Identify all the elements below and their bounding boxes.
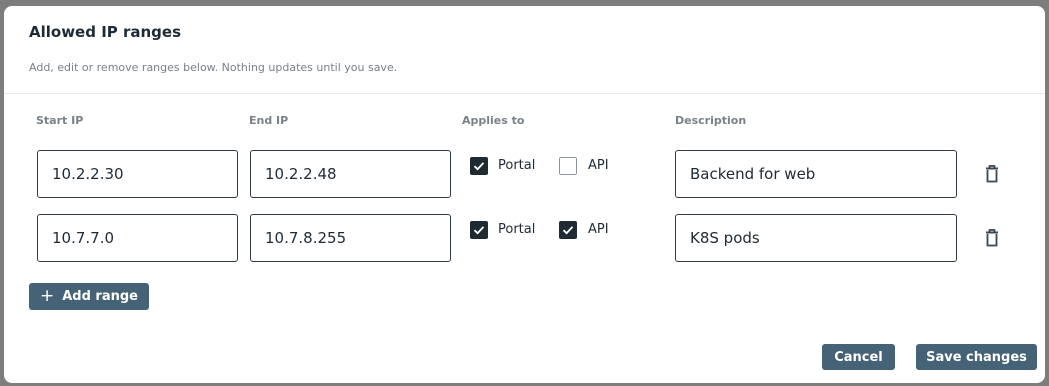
column-header-applies-to: Applies to: [462, 114, 525, 127]
dialog-title: Allowed IP ranges: [29, 23, 182, 41]
dialog-subtitle: Add, edit or remove ranges below. Nothin…: [29, 61, 398, 74]
api-checkbox-label: API: [588, 158, 609, 173]
api-checkbox[interactable]: [559, 157, 577, 175]
checkmark-icon: [473, 226, 485, 235]
start-ip-input[interactable]: 10.7.7.0: [37, 214, 238, 262]
add-range-button[interactable]: + Add range: [29, 283, 149, 310]
api-checkbox-label: API: [588, 222, 609, 237]
end-ip-input[interactable]: 10.7.8.255: [250, 214, 451, 262]
checkmark-icon: [473, 162, 485, 171]
api-checkbox[interactable]: [559, 221, 577, 239]
column-header-description: Description: [675, 114, 747, 127]
save-changes-button[interactable]: Save changes: [916, 344, 1037, 370]
cancel-button[interactable]: Cancel: [822, 344, 895, 370]
description-input[interactable]: Backend for web: [675, 150, 957, 198]
portal-checkbox[interactable]: [470, 157, 488, 175]
trash-icon[interactable]: [980, 226, 1004, 250]
plus-icon: +: [39, 286, 55, 306]
description-input[interactable]: K8S pods: [675, 214, 957, 262]
column-header-end-ip: End IP: [249, 114, 289, 127]
portal-checkbox[interactable]: [470, 221, 488, 239]
checkmark-icon: [562, 226, 574, 235]
header-divider: [4, 93, 1045, 94]
allowed-ip-ranges-dialog: Allowed IP ranges Add, edit or remove ra…: [4, 6, 1045, 383]
portal-checkbox-label: Portal: [498, 222, 536, 237]
end-ip-input[interactable]: 10.2.2.48: [250, 150, 451, 198]
start-ip-input[interactable]: 10.2.2.30: [37, 150, 238, 198]
column-header-start-ip: Start IP: [36, 114, 84, 127]
add-range-label: Add range: [62, 289, 138, 304]
trash-icon[interactable]: [980, 162, 1004, 186]
portal-checkbox-label: Portal: [498, 158, 536, 173]
